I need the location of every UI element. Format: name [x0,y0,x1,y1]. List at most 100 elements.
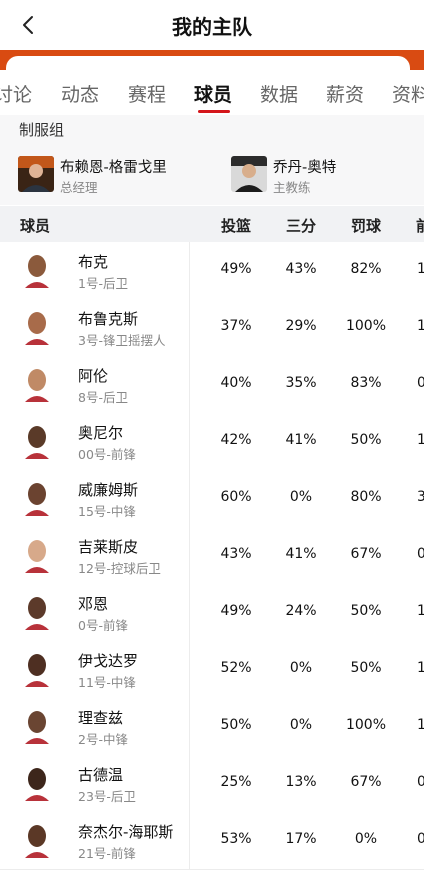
stat-extra-cropped: 1 [417,717,424,733]
column-header-3p[interactable]: 三分 [286,215,316,236]
stat-fg-pct: 52% [220,660,252,676]
tab-discussion[interactable]: 讨论 [0,80,32,107]
column-header-fg[interactable]: 投篮 [221,215,251,236]
stat-fg-pct: 49% [220,603,252,619]
stat-fg-pct: 60% [220,489,252,505]
player-photo [25,255,49,288]
stat-ft-pct: 67% [350,774,382,790]
stat-fg-pct: 40% [220,375,252,391]
player-name: 邓恩 [78,595,109,613]
stat-extra-cropped: 0 [417,831,424,847]
stat-fg-pct: 25% [220,774,252,790]
table-row[interactable]: 阿伦 8号-后卫 40% 35% 83% 0 [0,356,424,414]
stat-3p-pct: 0% [289,660,313,676]
top-bar: 我的主队 [0,0,424,50]
column-header-ft[interactable]: 罚球 [351,215,381,236]
player-number-position: 11号-中锋 [78,675,136,690]
table-row[interactable]: 布克 1号-后卫 49% 43% 82% 1 [0,242,424,300]
stat-3p-pct: 24% [285,603,317,619]
stat-extra-cropped: 0 [417,774,424,790]
player-number-position: 1号-后卫 [78,276,128,291]
column-divider [189,242,190,299]
column-divider [189,698,190,755]
tab-profile[interactable]: 资料 [392,80,424,107]
table-row[interactable]: 布鲁克斯 3号-锋卫摇摆人 37% 29% 100% 1 [0,299,424,357]
stat-3p-pct: 17% [285,831,317,847]
table-row[interactable]: 吉莱斯皮 12号-控球后卫 43% 41% 67% 0 [0,527,424,585]
column-divider [189,413,190,470]
stat-ft-pct: 50% [350,660,382,676]
stat-ft-pct: 83% [350,375,382,391]
stat-ft-pct: 100% [345,717,387,733]
roster-table-header: 球员 投篮 三分 罚球 前 [0,206,424,242]
table-row[interactable]: 奈杰尔-海耶斯 21号-前锋 53% 17% 0% 0 [0,812,424,870]
tab-salary[interactable]: 薪资 [326,80,364,107]
staff-name: 乔丹-奥特 [273,160,337,176]
stat-fg-pct: 37% [220,318,252,334]
content-card-top [6,56,410,70]
player-number-position: 0号-前锋 [78,618,128,633]
player-photo [25,597,49,630]
table-row[interactable]: 古德温 23号-后卫 25% 13% 67% 0 [0,755,424,813]
player-photo [25,825,49,858]
column-header-more[interactable]: 前 [416,215,424,236]
stat-ft-pct: 80% [350,489,382,505]
stat-ft-pct: 50% [350,603,382,619]
table-row[interactable]: 理查兹 2号-中锋 50% 0% 100% 1 [0,698,424,756]
stat-extra-cropped: 1 [417,660,424,676]
stat-3p-pct: 13% [285,774,317,790]
player-photo [25,654,49,687]
stat-extra-cropped: 1 [417,318,424,334]
tab-players[interactable]: 球员 [194,80,232,107]
stat-fg-pct: 43% [220,546,252,562]
player-photo [25,768,49,801]
column-divider [189,584,190,641]
staff-role: 主教练 [273,180,311,195]
stat-extra-cropped: 0 [417,546,424,562]
staff-photo [231,156,267,192]
stat-fg-pct: 50% [220,717,252,733]
stat-ft-pct: 82% [350,261,382,277]
player-number-position: 12号-控球后卫 [78,561,161,576]
player-number-position: 21号-前锋 [78,846,136,861]
table-row[interactable]: 威廉姆斯 15号-中锋 60% 0% 80% 3 [0,470,424,528]
table-row[interactable]: 邓恩 0号-前锋 49% 24% 50% 1 [0,584,424,642]
player-photo [25,369,49,402]
player-number-position: 23号-后卫 [78,789,136,804]
staff-photo [18,156,54,192]
stat-ft-pct: 0% [354,831,378,847]
player-number-position: 2号-中锋 [78,732,128,747]
stat-extra-cropped: 1 [417,261,424,277]
player-name: 吉莱斯皮 [78,538,139,556]
team-color-band-edge [410,56,424,70]
stat-ft-pct: 67% [350,546,382,562]
stat-extra-cropped: 1 [417,603,424,619]
stat-3p-pct: 35% [285,375,317,391]
player-number-position: 8号-后卫 [78,390,128,405]
stat-3p-pct: 41% [285,432,317,448]
column-divider [189,527,190,584]
column-divider [189,641,190,698]
stat-fg-pct: 42% [220,432,252,448]
column-divider [189,470,190,527]
player-photo [25,540,49,573]
player-number-position: 00号-前锋 [78,447,136,462]
table-row[interactable]: 伊戈达罗 11号-中锋 52% 0% 50% 1 [0,641,424,699]
staff-role: 总经理 [60,180,98,195]
stat-3p-pct: 43% [285,261,317,277]
player-name: 奈杰尔-海耶斯 [78,823,174,841]
stat-extra-cropped: 3 [417,489,424,505]
tab-stats[interactable]: 数据 [260,80,298,107]
column-header-player: 球员 [20,217,51,235]
player-name: 阿伦 [78,367,109,385]
tab-news[interactable]: 动态 [61,80,99,107]
stat-3p-pct: 0% [289,717,313,733]
stat-extra-cropped: 1 [417,432,424,448]
player-photo [25,312,49,345]
stat-ft-pct: 100% [345,318,387,334]
stat-3p-pct: 41% [285,546,317,562]
tab-schedule[interactable]: 赛程 [128,80,166,107]
stat-ft-pct: 50% [350,432,382,448]
player-photo [25,426,49,459]
table-row[interactable]: 奥尼尔 00号-前锋 42% 41% 50% 1 [0,413,424,471]
